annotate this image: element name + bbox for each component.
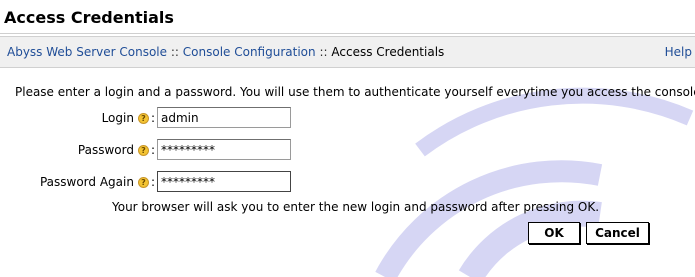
- question-circle-icon[interactable]: ?: [137, 176, 149, 188]
- login-label: Login ? :: [101, 111, 155, 125]
- page-title: Access Credentials: [4, 8, 174, 27]
- password-row: Password ? :: [0, 139, 695, 161]
- title-bar: Access Credentials: [0, 0, 695, 34]
- help-link[interactable]: Help: [665, 45, 692, 59]
- intro-text: Please enter a login and a password. You…: [15, 85, 695, 99]
- breadcrumb-separator: ::: [170, 45, 179, 59]
- breadcrumb-link-console[interactable]: Abyss Web Server Console: [7, 45, 167, 59]
- browser-note: Your browser will ask you to enter the n…: [112, 200, 600, 214]
- ok-button[interactable]: OK: [528, 222, 580, 244]
- breadcrumb-separator: ::: [319, 45, 328, 59]
- question-circle-icon[interactable]: ?: [137, 112, 149, 124]
- breadcrumb-current: Access Credentials: [331, 45, 445, 59]
- password-again-row: Password Again ? :: [0, 171, 695, 193]
- cancel-button[interactable]: Cancel: [586, 222, 649, 244]
- credentials-form: Please enter a login and a password. You…: [0, 68, 695, 277]
- breadcrumb: Abyss Web Server Console :: Console Conf…: [0, 36, 695, 68]
- password-again-input[interactable]: [157, 171, 291, 192]
- password-input[interactable]: [157, 139, 291, 160]
- breadcrumb-link-console-configuration[interactable]: Console Configuration: [183, 45, 316, 59]
- login-row: Login ? :: [0, 107, 695, 129]
- password-again-label: Password Again ? :: [39, 175, 155, 189]
- question-circle-icon[interactable]: ?: [137, 144, 149, 156]
- login-input[interactable]: [157, 107, 291, 128]
- password-label: Password ? :: [77, 143, 155, 157]
